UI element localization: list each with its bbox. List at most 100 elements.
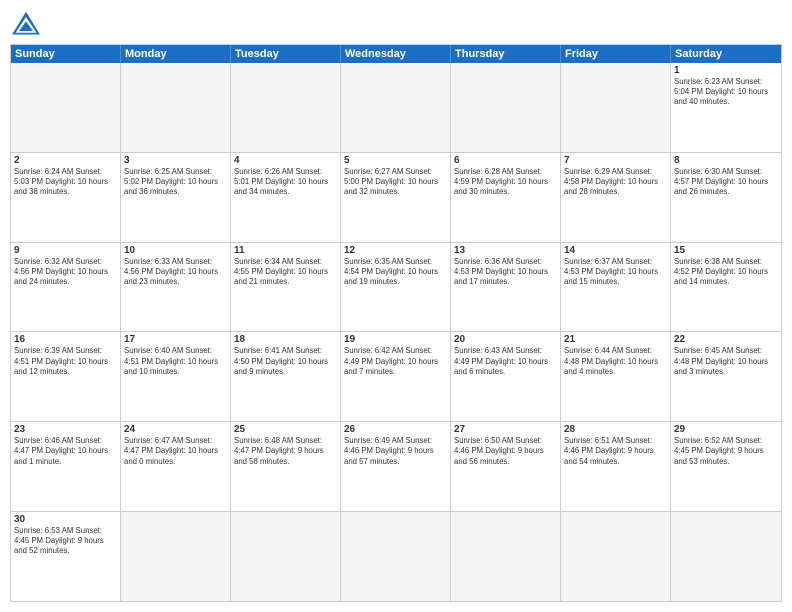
day-number: 19 [344, 334, 447, 345]
calendar-cell: 27Sunrise: 6:50 AM Sunset: 4:46 PM Dayli… [451, 422, 561, 511]
calendar-cell: 25Sunrise: 6:48 AM Sunset: 4:47 PM Dayli… [231, 422, 341, 511]
weekday-header-sunday: Sunday [11, 45, 121, 63]
calendar-cell: 15Sunrise: 6:38 AM Sunset: 4:52 PM Dayli… [671, 243, 781, 332]
calendar-cell: 29Sunrise: 6:52 AM Sunset: 4:45 PM Dayli… [671, 422, 781, 511]
header [10, 10, 782, 38]
day-info: Sunrise: 6:45 AM Sunset: 4:48 PM Dayligh… [674, 346, 778, 376]
day-info: Sunrise: 6:46 AM Sunset: 4:47 PM Dayligh… [14, 436, 117, 466]
calendar-row-2: 9Sunrise: 6:32 AM Sunset: 4:56 PM Daylig… [11, 243, 781, 333]
day-number: 3 [124, 155, 227, 166]
day-info: Sunrise: 6:47 AM Sunset: 4:47 PM Dayligh… [124, 436, 227, 466]
day-info: Sunrise: 6:35 AM Sunset: 4:54 PM Dayligh… [344, 257, 447, 287]
day-number: 6 [454, 155, 557, 166]
day-info: Sunrise: 6:26 AM Sunset: 5:01 PM Dayligh… [234, 167, 337, 197]
calendar-row-3: 16Sunrise: 6:39 AM Sunset: 4:51 PM Dayli… [11, 332, 781, 422]
day-info: Sunrise: 6:29 AM Sunset: 4:58 PM Dayligh… [564, 167, 667, 197]
day-number: 22 [674, 334, 778, 345]
calendar-cell: 4Sunrise: 6:26 AM Sunset: 5:01 PM Daylig… [231, 153, 341, 242]
calendar-cell: 18Sunrise: 6:41 AM Sunset: 4:50 PM Dayli… [231, 332, 341, 421]
calendar-cell: 7Sunrise: 6:29 AM Sunset: 4:58 PM Daylig… [561, 153, 671, 242]
day-number: 17 [124, 334, 227, 345]
calendar-body: 1Sunrise: 6:23 AM Sunset: 5:04 PM Daylig… [11, 63, 781, 601]
calendar-row-1: 2Sunrise: 6:24 AM Sunset: 5:03 PM Daylig… [11, 153, 781, 243]
calendar-cell [341, 512, 451, 601]
calendar-cell: 13Sunrise: 6:36 AM Sunset: 4:53 PM Dayli… [451, 243, 561, 332]
day-info: Sunrise: 6:28 AM Sunset: 4:59 PM Dayligh… [454, 167, 557, 197]
calendar-row-4: 23Sunrise: 6:46 AM Sunset: 4:47 PM Dayli… [11, 422, 781, 512]
day-number: 27 [454, 424, 557, 435]
calendar-cell: 10Sunrise: 6:33 AM Sunset: 4:56 PM Dayli… [121, 243, 231, 332]
day-info: Sunrise: 6:39 AM Sunset: 4:51 PM Dayligh… [14, 346, 117, 376]
calendar-cell: 28Sunrise: 6:51 AM Sunset: 4:46 PM Dayli… [561, 422, 671, 511]
day-info: Sunrise: 6:30 AM Sunset: 4:57 PM Dayligh… [674, 167, 778, 197]
weekday-header-saturday: Saturday [671, 45, 781, 63]
day-number: 15 [674, 245, 778, 256]
day-number: 29 [674, 424, 778, 435]
calendar-cell [121, 63, 231, 152]
calendar-cell [561, 512, 671, 601]
weekday-header-monday: Monday [121, 45, 231, 63]
calendar-cell: 1Sunrise: 6:23 AM Sunset: 5:04 PM Daylig… [671, 63, 781, 152]
calendar-cell [341, 63, 451, 152]
calendar-cell: 26Sunrise: 6:49 AM Sunset: 4:46 PM Dayli… [341, 422, 451, 511]
day-number: 12 [344, 245, 447, 256]
calendar-cell: 19Sunrise: 6:42 AM Sunset: 4:49 PM Dayli… [341, 332, 451, 421]
day-info: Sunrise: 6:51 AM Sunset: 4:46 PM Dayligh… [564, 436, 667, 466]
calendar-header: SundayMondayTuesdayWednesdayThursdayFrid… [11, 45, 781, 63]
day-number: 7 [564, 155, 667, 166]
weekday-header-tuesday: Tuesday [231, 45, 341, 63]
day-number: 25 [234, 424, 337, 435]
calendar-cell: 20Sunrise: 6:43 AM Sunset: 4:49 PM Dayli… [451, 332, 561, 421]
day-number: 10 [124, 245, 227, 256]
day-info: Sunrise: 6:48 AM Sunset: 4:47 PM Dayligh… [234, 436, 337, 466]
day-number: 9 [14, 245, 117, 256]
calendar-cell [231, 512, 341, 601]
calendar-cell [11, 63, 121, 152]
day-info: Sunrise: 6:44 AM Sunset: 4:48 PM Dayligh… [564, 346, 667, 376]
calendar-cell: 23Sunrise: 6:46 AM Sunset: 4:47 PM Dayli… [11, 422, 121, 511]
calendar-cell [561, 63, 671, 152]
day-number: 16 [14, 334, 117, 345]
day-number: 23 [14, 424, 117, 435]
day-number: 30 [14, 514, 117, 525]
calendar-cell: 5Sunrise: 6:27 AM Sunset: 5:00 PM Daylig… [341, 153, 451, 242]
calendar-cell: 24Sunrise: 6:47 AM Sunset: 4:47 PM Dayli… [121, 422, 231, 511]
day-number: 1 [674, 65, 778, 76]
calendar-cell: 2Sunrise: 6:24 AM Sunset: 5:03 PM Daylig… [11, 153, 121, 242]
calendar-cell: 22Sunrise: 6:45 AM Sunset: 4:48 PM Dayli… [671, 332, 781, 421]
day-info: Sunrise: 6:42 AM Sunset: 4:49 PM Dayligh… [344, 346, 447, 376]
day-info: Sunrise: 6:36 AM Sunset: 4:53 PM Dayligh… [454, 257, 557, 287]
day-number: 13 [454, 245, 557, 256]
day-info: Sunrise: 6:53 AM Sunset: 4:45 PM Dayligh… [14, 526, 117, 556]
day-number: 8 [674, 155, 778, 166]
day-number: 18 [234, 334, 337, 345]
calendar-cell: 21Sunrise: 6:44 AM Sunset: 4:48 PM Dayli… [561, 332, 671, 421]
weekday-header-thursday: Thursday [451, 45, 561, 63]
day-info: Sunrise: 6:34 AM Sunset: 4:55 PM Dayligh… [234, 257, 337, 287]
day-info: Sunrise: 6:43 AM Sunset: 4:49 PM Dayligh… [454, 346, 557, 376]
day-info: Sunrise: 6:50 AM Sunset: 4:46 PM Dayligh… [454, 436, 557, 466]
day-info: Sunrise: 6:49 AM Sunset: 4:46 PM Dayligh… [344, 436, 447, 466]
day-info: Sunrise: 6:32 AM Sunset: 4:56 PM Dayligh… [14, 257, 117, 287]
calendar-cell: 9Sunrise: 6:32 AM Sunset: 4:56 PM Daylig… [11, 243, 121, 332]
logo-icon [10, 10, 42, 38]
calendar-cell [671, 512, 781, 601]
day-number: 14 [564, 245, 667, 256]
day-info: Sunrise: 6:52 AM Sunset: 4:45 PM Dayligh… [674, 436, 778, 466]
day-info: Sunrise: 6:25 AM Sunset: 5:02 PM Dayligh… [124, 167, 227, 197]
weekday-header-wednesday: Wednesday [341, 45, 451, 63]
logo [10, 10, 46, 38]
calendar-cell: 17Sunrise: 6:40 AM Sunset: 4:51 PM Dayli… [121, 332, 231, 421]
day-number: 4 [234, 155, 337, 166]
day-number: 5 [344, 155, 447, 166]
page: SundayMondayTuesdayWednesdayThursdayFrid… [0, 0, 792, 612]
day-info: Sunrise: 6:41 AM Sunset: 4:50 PM Dayligh… [234, 346, 337, 376]
calendar-cell: 16Sunrise: 6:39 AM Sunset: 4:51 PM Dayli… [11, 332, 121, 421]
day-number: 28 [564, 424, 667, 435]
calendar-cell: 30Sunrise: 6:53 AM Sunset: 4:45 PM Dayli… [11, 512, 121, 601]
day-number: 20 [454, 334, 557, 345]
day-number: 26 [344, 424, 447, 435]
day-number: 24 [124, 424, 227, 435]
calendar: SundayMondayTuesdayWednesdayThursdayFrid… [10, 44, 782, 602]
day-info: Sunrise: 6:40 AM Sunset: 4:51 PM Dayligh… [124, 346, 227, 376]
